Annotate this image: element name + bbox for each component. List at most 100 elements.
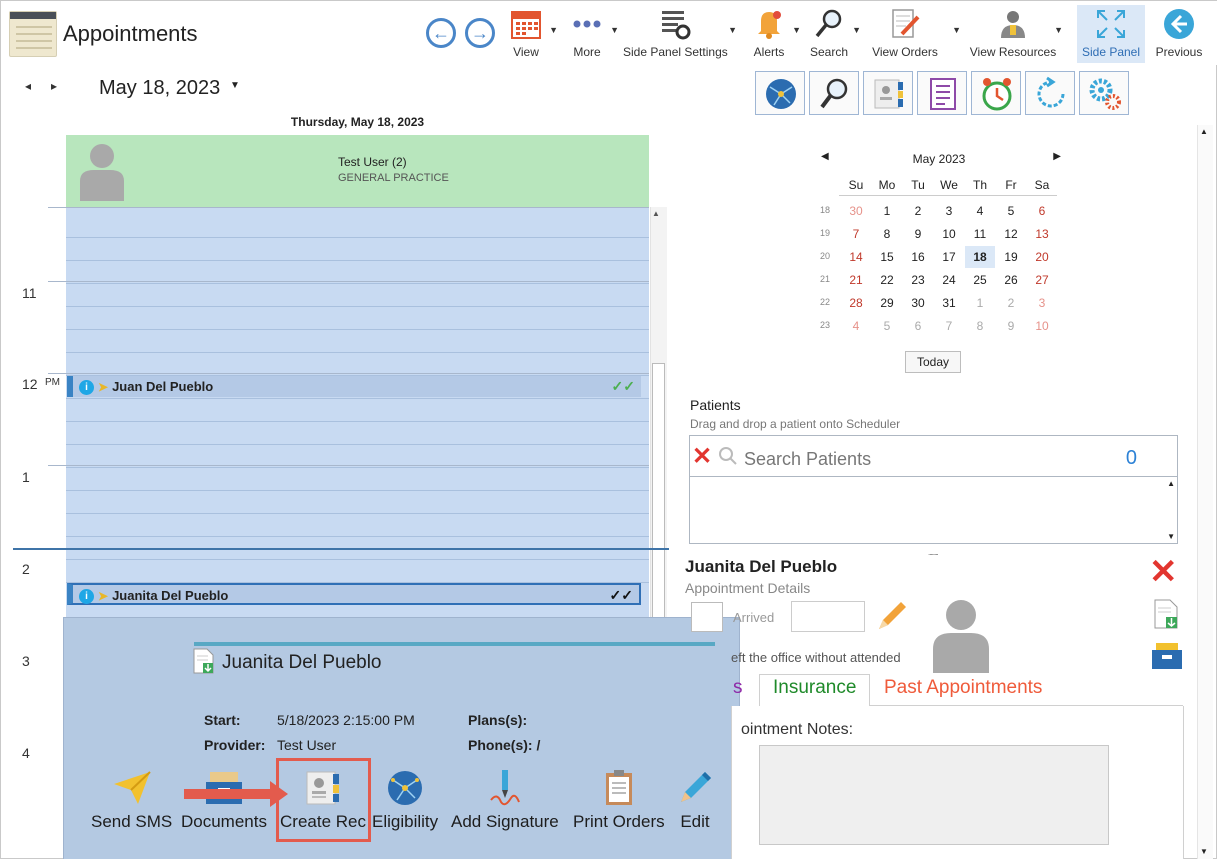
side-panel-settings-button[interactable]: ▼ Side Panel Settings	[623, 5, 737, 63]
calendar-day[interactable]: 24	[934, 269, 964, 291]
prev-day-icon[interactable]: ◂	[25, 79, 31, 93]
print-orders-button[interactable]: Print Orders	[573, 768, 665, 832]
send-sms-button[interactable]: Send SMS	[91, 768, 172, 832]
eligibility-button[interactable]: Eligibility	[372, 768, 438, 832]
calendar-day[interactable]: 12	[996, 223, 1026, 245]
documents-button[interactable]: Documents	[181, 768, 267, 832]
calendar-day[interactable]: 22	[872, 269, 902, 291]
view-resources-button[interactable]: ▼ View Resources	[967, 5, 1063, 63]
calendar-day[interactable]: 28	[841, 292, 871, 314]
cancel-appointment-icon[interactable]: ✕	[1149, 555, 1178, 589]
calendar-day[interactable]: 31	[934, 292, 964, 314]
calendar-day[interactable]: 5	[996, 200, 1026, 222]
calendar-day[interactable]: 25	[965, 269, 995, 291]
calendar-day[interactable]: 14	[841, 246, 871, 268]
clear-icon[interactable]: ✕	[692, 442, 712, 471]
tab-insurance[interactable]: Insurance	[773, 677, 856, 699]
previous-button[interactable]: Previous	[1151, 5, 1207, 63]
calendar-day[interactable]: 8	[872, 223, 902, 245]
calendar-day[interactable]: 1	[872, 200, 902, 222]
appointment-juanita[interactable]: i ➤ Juanita Del Pueblo ✓✓	[67, 583, 641, 605]
calendar-day[interactable]: 15	[872, 246, 902, 268]
search-button[interactable]: ▼ Search	[807, 5, 861, 63]
patients-hint: Drag and drop a patient onto Scheduler	[690, 417, 901, 431]
date-dropdown-icon[interactable]: ▼	[230, 80, 240, 91]
info-icon[interactable]: i	[79, 380, 94, 396]
calendar-day[interactable]: 21	[841, 269, 871, 291]
calendar-day[interactable]: 16	[903, 246, 933, 268]
side-panel-button[interactable]: Side Panel	[1077, 5, 1145, 63]
arrival-time-field[interactable]	[791, 601, 865, 632]
splitter-grip[interactable]: ........	[928, 548, 939, 557]
calendar-day[interactable]: 26	[996, 269, 1026, 291]
refresh-tool-button[interactable]	[1025, 71, 1075, 115]
calendar-day[interactable]: 5	[872, 315, 902, 337]
view-orders-button[interactable]: ▼ View Orders	[867, 5, 961, 63]
forward-arrow-icon[interactable]: →	[465, 18, 495, 48]
provider-specialty: GENERAL PRACTICE	[338, 172, 449, 184]
current-date[interactable]: May 18, 2023	[99, 77, 220, 100]
next-day-icon[interactable]: ▸	[51, 79, 57, 93]
calendar-day[interactable]: 13	[1027, 223, 1057, 245]
calendar-day[interactable]: 6	[1027, 200, 1057, 222]
calendar-day[interactable]: 2	[903, 200, 933, 222]
today-button[interactable]: Today	[905, 351, 961, 373]
chevron-down-icon: ▼	[1054, 25, 1063, 35]
arrived-checkbox[interactable]	[691, 602, 723, 632]
back-arrow-icon[interactable]: ←	[426, 18, 456, 48]
calendar-day[interactable]: 2	[996, 292, 1026, 314]
calendar-day[interactable]: 30	[903, 292, 933, 314]
calendar-day[interactable]: 3	[934, 200, 964, 222]
calendar-day[interactable]: 7	[841, 223, 871, 245]
next-month-icon[interactable]: ▶	[1053, 151, 1061, 162]
calendar-day[interactable]: 1	[965, 292, 995, 314]
document-download-icon[interactable]	[1153, 599, 1181, 629]
file-box-icon[interactable]	[1151, 642, 1183, 670]
scroll-down-icon[interactable]: ▼	[1167, 532, 1175, 541]
calendar-day[interactable]: 4	[841, 315, 871, 337]
side-panel-scrollbar[interactable]: ▲ ▼	[1197, 125, 1213, 859]
calendar-day[interactable]: 7	[934, 315, 964, 337]
calendar-day[interactable]: 29	[872, 292, 902, 314]
calendar-day[interactable]: 6	[903, 315, 933, 337]
calendar-day[interactable]: 19	[996, 246, 1026, 268]
calendar-day[interactable]: 18	[965, 246, 995, 268]
scroll-up-icon[interactable]: ▲	[652, 209, 660, 218]
patient-list[interactable]: ▲ ▼	[689, 476, 1178, 544]
add-signature-button[interactable]: Add Signature	[451, 768, 559, 832]
date-nav-arrows[interactable]: ◂ ▸	[25, 79, 57, 93]
calendar-day[interactable]: 9	[903, 223, 933, 245]
view-button[interactable]: ▼ View	[504, 5, 558, 63]
list-tool-button[interactable]	[917, 71, 967, 115]
alerts-button[interactable]: ▼ Alerts	[747, 5, 801, 63]
appointment-juan[interactable]: i ➤ Juan Del Pueblo ✓✓	[67, 376, 641, 397]
tab-past-appointments[interactable]: Past Appointments	[884, 677, 1042, 699]
patient-search-box[interactable]: ✕ Search Patients 0	[689, 435, 1178, 477]
calendar-day[interactable]: 17	[934, 246, 964, 268]
calendar-day[interactable]: 10	[1027, 315, 1057, 337]
scroll-down-icon[interactable]: ▼	[1200, 847, 1208, 856]
info-icon[interactable]: i	[79, 589, 94, 605]
search-patients-input[interactable]: Search Patients	[744, 449, 871, 470]
calendar-day[interactable]: 30	[841, 200, 871, 222]
calendar-day[interactable]: 10	[934, 223, 964, 245]
appointment-notes-field[interactable]	[759, 745, 1109, 845]
scroll-up-icon[interactable]: ▲	[1200, 127, 1208, 136]
contact-tool-button[interactable]	[863, 71, 913, 115]
alarm-tool-button[interactable]	[971, 71, 1021, 115]
calendar-day[interactable]: 8	[965, 315, 995, 337]
more-button[interactable]: ▼ More	[565, 5, 619, 63]
calendar-day[interactable]: 9	[996, 315, 1026, 337]
scroll-up-icon[interactable]: ▲	[1167, 479, 1175, 488]
calendar-day[interactable]: 27	[1027, 269, 1057, 291]
globe-tool-button[interactable]	[755, 71, 805, 115]
calendar-day[interactable]: 3	[1027, 292, 1057, 314]
search-tool-button[interactable]	[809, 71, 859, 115]
tab-notes[interactable]: s	[733, 677, 743, 699]
settings-tool-button[interactable]	[1079, 71, 1129, 115]
calendar-day[interactable]: 11	[965, 223, 995, 245]
calendar-day[interactable]: 20	[1027, 246, 1057, 268]
edit-pencil-icon[interactable]	[875, 599, 909, 633]
calendar-day[interactable]: 4	[965, 200, 995, 222]
calendar-day[interactable]: 23	[903, 269, 933, 291]
